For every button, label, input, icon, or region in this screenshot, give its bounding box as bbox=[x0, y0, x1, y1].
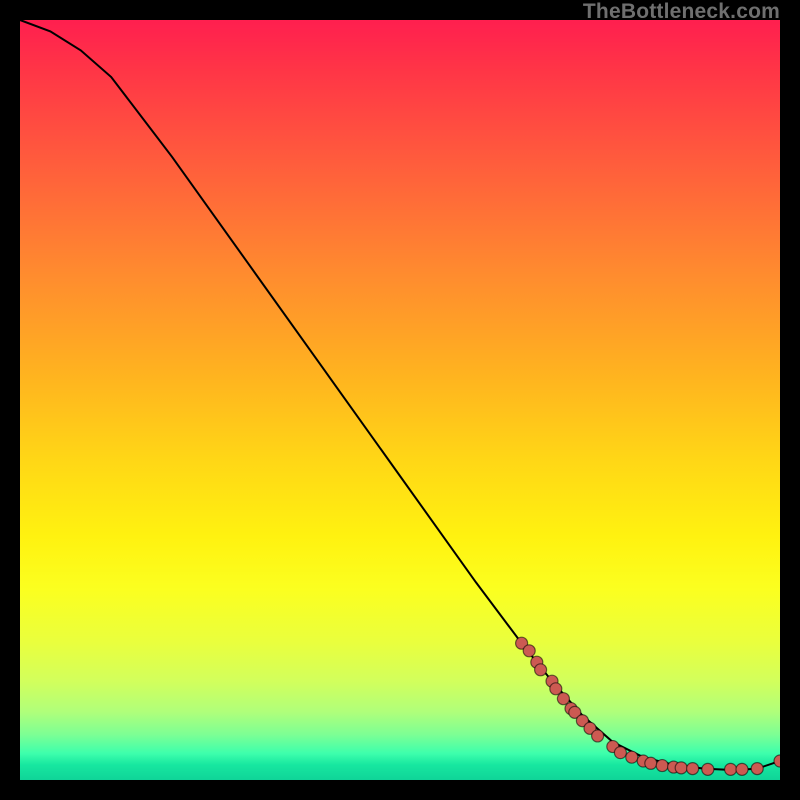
data-marker bbox=[557, 693, 569, 705]
data-marker bbox=[535, 664, 547, 676]
data-marker bbox=[516, 637, 528, 649]
data-marker bbox=[675, 762, 687, 774]
data-marker bbox=[546, 675, 558, 687]
data-marker bbox=[687, 763, 699, 775]
data-marker bbox=[774, 755, 780, 767]
data-marker bbox=[656, 760, 668, 772]
data-marker bbox=[592, 730, 604, 742]
data-marker bbox=[565, 703, 577, 715]
data-marker bbox=[736, 763, 748, 775]
data-marker bbox=[725, 763, 737, 775]
data-marker bbox=[637, 755, 649, 767]
data-marker bbox=[576, 715, 588, 727]
curve-line bbox=[20, 20, 780, 770]
markers-group bbox=[516, 637, 780, 775]
data-marker bbox=[550, 683, 562, 695]
chart-container: TheBottleneck.com bbox=[0, 0, 800, 800]
data-marker bbox=[531, 656, 543, 668]
data-marker bbox=[584, 722, 596, 734]
data-marker bbox=[607, 741, 619, 753]
data-marker bbox=[523, 645, 535, 657]
data-marker bbox=[751, 763, 763, 775]
chart-svg bbox=[20, 20, 780, 780]
plot-area bbox=[20, 20, 780, 780]
data-marker bbox=[614, 747, 626, 759]
data-marker bbox=[645, 757, 657, 769]
data-marker bbox=[668, 761, 680, 773]
data-marker bbox=[702, 763, 714, 775]
data-marker bbox=[626, 751, 638, 763]
data-marker bbox=[569, 706, 581, 718]
